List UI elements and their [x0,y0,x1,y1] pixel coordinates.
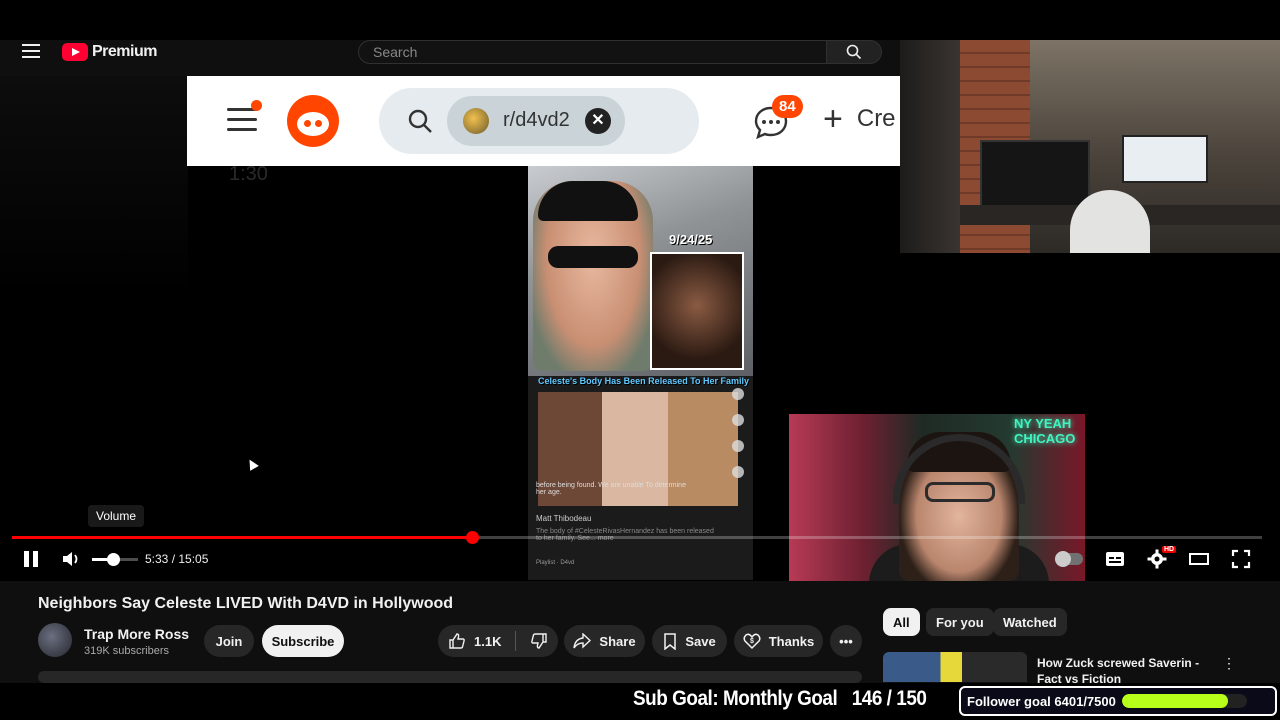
super-thanks-icon: $ [743,633,761,650]
volume-button[interactable] [60,548,82,570]
save-label: Save [685,633,716,649]
join-button[interactable]: Join [204,625,254,657]
tiktok-description: The body of #CelesteRivasHernandez has b… [536,528,714,542]
recommended-thumbnail[interactable] [883,652,1027,682]
share-icon [573,633,592,649]
faded-timestamp: 1:30 [229,163,268,185]
chip-watched[interactable]: Watched [993,608,1067,636]
pause-button[interactable] [22,548,40,570]
video-dark-area [0,76,188,296]
plus-icon: + [823,100,843,138]
youtube-logo-text: Premium [92,43,157,60]
streamer-webcam: NY YEAH CHICAGO [789,414,1085,581]
follower-goal-fill [1121,694,1229,708]
hd-badge: HD [1162,546,1177,553]
share-label: Share [599,633,636,649]
share-button[interactable]: Share [564,625,645,657]
room-webcam [900,40,1280,253]
progress-scrubber[interactable] [466,531,479,544]
subscribe-button[interactable]: Subscribe [262,625,344,657]
tiktok-cap [538,181,638,221]
volume-slider[interactable] [92,553,138,566]
tiktok-caption: Celeste's Body Has Been Released To Her … [538,376,750,386]
follower-goal-label: Follower goal 6401/7500 [967,693,1116,709]
fullscreen-button[interactable] [1230,548,1252,570]
fullscreen-icon [1231,549,1251,569]
time-display: 5:33 / 15:05 [145,552,209,566]
like-dislike-bar[interactable]: 1.1K [438,625,558,657]
reddit-logo-icon [287,95,339,147]
channel-avatar[interactable] [38,623,72,657]
volume-tooltip: Volume [88,505,145,527]
subscriber-count: 319K subscribers [84,645,169,657]
sub-goal-label: Sub Goal: Monthly Goal [633,687,838,710]
thanks-button[interactable]: $ Thanks [734,625,823,657]
channel-name[interactable]: Trap More Ross [84,626,189,642]
svg-text:$: $ [750,638,754,645]
autoplay-toggle[interactable] [1054,548,1084,570]
menu-icon[interactable] [22,44,40,58]
thanks-label: Thanks [768,633,815,649]
youtube-logo[interactable]: Premium [62,43,157,61]
theater-mode-button[interactable] [1188,548,1210,570]
follower-goal-overlay: Follower goal 6401/7500 [959,686,1277,716]
description-box[interactable] [38,671,862,683]
bookmark-icon [664,632,677,650]
tiktok-sunglasses [548,246,638,268]
volume-knob[interactable] [106,553,120,566]
create-label: Cre [856,105,896,132]
volume-icon [63,552,78,566]
sub-goal-count: 146 / 150 [851,687,927,710]
monitor-left [980,140,1090,210]
neon-sign: NY YEAH CHICAGO [1014,416,1076,446]
recommended-title[interactable]: How Zuck screwed Saverin - Fact vs Ficti… [1037,655,1217,685]
subtitles-button[interactable] [1104,548,1126,570]
display-shelf [900,40,960,253]
more-vertical-icon[interactable]: ⋮ [1222,655,1236,672]
save-button[interactable]: Save [652,625,727,657]
subreddit-avatar [463,108,489,134]
progress-fill [12,536,472,539]
tiktok-action-rail [728,388,748,538]
divider [515,631,517,651]
tiktok-video-panel: 9/24/25 Celeste's Body Has Been Released… [528,166,753,580]
thumbs-up-icon[interactable] [448,632,466,650]
subreddit-chip-label: r/d4vd2 [503,109,570,131]
follower-goal-bar [1121,694,1247,708]
search-icon [846,44,862,60]
tiktok-text-overlay: before being found. We are unable To det… [536,482,686,496]
reddit-search-icon [408,109,432,133]
chip-for-you[interactable]: For you [926,608,994,636]
more-horizontal-icon: ••• [839,633,853,649]
thumbs-down-icon[interactable] [530,632,548,650]
top-black-band [0,0,1280,40]
chip-all[interactable]: All [883,608,920,636]
glasses [925,482,995,502]
reddit-menu-icon [227,100,262,132]
sub-goal-overlay: Sub Goal: Monthly Goal 146 / 150 [633,687,927,711]
tiktok-username: Matt Thibodeau [536,514,592,523]
youtube-play-icon [62,43,88,61]
close-icon: ✕ [585,108,611,134]
reddit-header-overlay: r/d4vd2 ✕ 84 + Cre [187,76,900,166]
more-actions-button[interactable]: ••• [830,625,862,657]
like-count: 1.1K [474,633,502,649]
notification-badge: 84 [772,95,803,118]
search-button[interactable] [826,40,882,64]
subreddit-chip: r/d4vd2 ✕ [447,96,625,146]
create-button: + Cre [823,100,896,138]
subtitles-icon [1106,552,1124,566]
tiktok-inset-photo [650,252,744,370]
monitor-right [1122,135,1208,183]
search-input[interactable]: Search [358,40,828,64]
video-title: Neighbors Say Celeste LIVED With D4VD in… [38,595,454,612]
tiktok-playlist-label: Playlist · D4vd [536,560,575,566]
tiktok-date: 9/24/25 [669,232,713,247]
reddit-search-bar: r/d4vd2 ✕ [379,88,699,154]
progress-bar[interactable] [12,531,1262,544]
theater-icon [1189,553,1209,565]
